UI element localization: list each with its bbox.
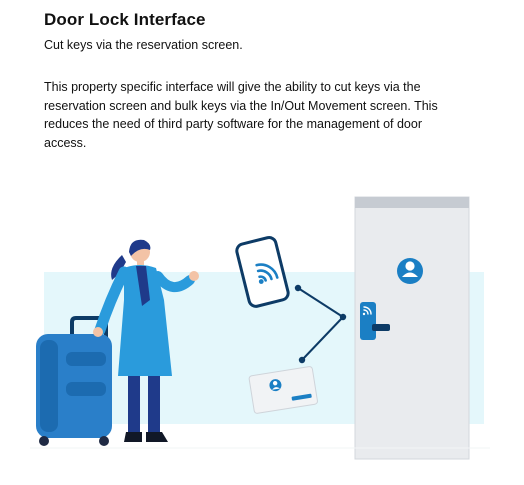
user-avatar-icon	[397, 258, 423, 284]
door-lock-illustration	[30, 196, 490, 460]
rolling-suitcase	[36, 316, 112, 446]
description-paragraph: This property specific interface will gi…	[44, 80, 438, 150]
page-subtitle: Cut keys via the reservation screen.	[44, 38, 243, 52]
page-title: Door Lock Interface	[44, 10, 206, 29]
